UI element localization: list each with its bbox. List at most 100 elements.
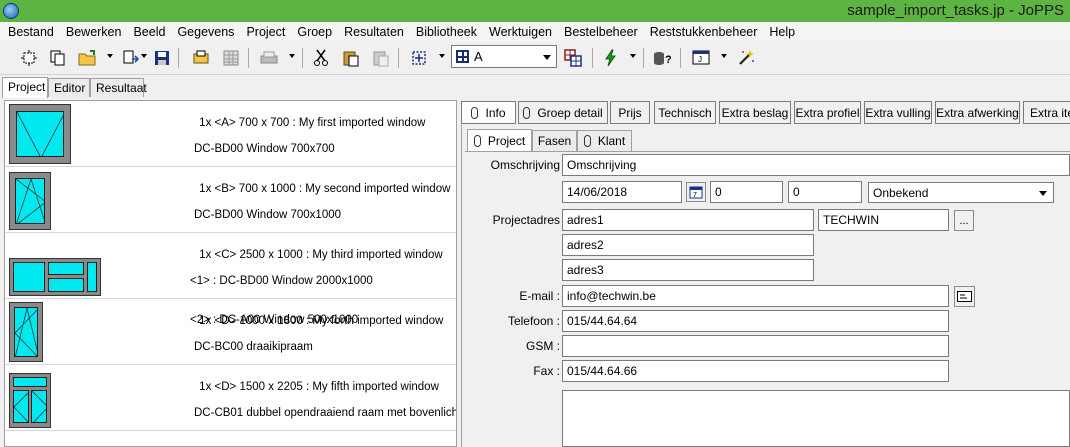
tab-extra-beslag[interactable]: Extra beslag [719, 101, 791, 124]
email-label: E-mail : [519, 289, 560, 303]
menu-bar: Bestand Bewerken Beeld Gegevens Project … [0, 22, 1070, 41]
tab-extra-profiel[interactable]: Extra profiel [794, 101, 861, 124]
menu-bibliotheek[interactable]: Bibliotheek [410, 25, 483, 39]
telefoon-field[interactable]: 015/44.64.64 [562, 310, 949, 332]
table-icon[interactable] [220, 47, 242, 69]
select-frame-icon[interactable] [408, 47, 430, 69]
printer-dropdown-icon[interactable] [289, 54, 295, 58]
menu-bestelbeheer[interactable]: Bestelbeheer [558, 25, 644, 39]
list-item[interactable]: 1x <D> 1500 x 2205 : My fifth imported w… [5, 365, 456, 431]
number-field-1[interactable]: 0 [710, 181, 783, 203]
projectadres-label: Projectadres [492, 213, 560, 227]
paste-icon[interactable] [340, 47, 362, 69]
number-field-2[interactable]: 0 [788, 181, 862, 203]
status-select[interactable]: Onbekend [868, 182, 1054, 203]
list-item[interactable]: 1x <C> 2500 x 1000 : My third imported w… [5, 233, 456, 326]
company-field[interactable]: TECHWIN [818, 209, 949, 231]
grid-icon [456, 50, 469, 63]
gsm-field[interactable] [562, 335, 949, 357]
adres2-field[interactable]: adres2 [562, 234, 814, 256]
menu-help[interactable]: Help [763, 25, 801, 39]
browse-button[interactable]: ... [954, 210, 974, 231]
print-preview-icon[interactable] [190, 47, 212, 69]
lightning-icon[interactable] [600, 47, 622, 69]
date-field[interactable]: 14/06/2018 [562, 181, 682, 203]
title-bar: sample_import_tasks.jp - JoPPS [0, 0, 1070, 22]
screen-icon[interactable]: J [690, 47, 712, 69]
paste-special-icon[interactable] [370, 47, 392, 69]
omschrijving-label: Omschrijving [490, 158, 560, 172]
magic-wand-icon[interactable] [735, 47, 757, 69]
tab-resultaat[interactable]: Resultaat [90, 78, 147, 97]
list-item[interactable]: 1x <A> 700 x 700 : My first imported win… [5, 101, 456, 167]
export-icon[interactable] [120, 47, 142, 69]
new-project-icon[interactable] [18, 47, 40, 69]
fax-field[interactable]: 015/44.64.66 [562, 360, 949, 382]
menu-gegevens[interactable]: Gegevens [171, 25, 240, 39]
chevron-down-icon [1039, 191, 1047, 196]
lightning-dropdown-icon[interactable] [630, 54, 636, 58]
group-view-icon[interactable] [562, 47, 584, 69]
copy-document-icon[interactable] [47, 47, 69, 69]
detail-tabs: Info Groep detail Prijs Technisch Extra … [461, 101, 1070, 125]
window-thumbnail [9, 373, 51, 428]
screen-dropdown-icon[interactable] [721, 54, 727, 58]
fax-label: Fax : [533, 364, 560, 378]
calendar-icon[interactable]: 7 [686, 182, 706, 202]
menu-bestand[interactable]: Bestand [2, 25, 60, 39]
view-select-value: A [474, 49, 483, 64]
omschrijving-field[interactable]: Omschrijving [562, 154, 1070, 176]
svg-text:7: 7 [693, 192, 697, 199]
menu-reststukkenbeheer[interactable]: Reststukkenbeheer [644, 25, 764, 39]
help-db-icon[interactable]: ? [652, 47, 674, 69]
menu-resultaten[interactable]: Resultaten [338, 25, 410, 39]
menu-beeld[interactable]: Beeld [127, 25, 171, 39]
tab-groep-detail[interactable]: Groep detail [518, 101, 608, 124]
email-field[interactable]: info@techwin.be [562, 285, 949, 307]
tab-info[interactable]: Info [461, 101, 516, 124]
paperclip-icon [471, 106, 479, 119]
adres3-field[interactable]: adres3 [562, 259, 814, 281]
open-folder-icon[interactable] [77, 47, 99, 69]
tab-extra-item[interactable]: Extra item [1023, 101, 1070, 124]
export-dropdown-icon[interactable] [141, 54, 147, 58]
tab-klant[interactable]: Klant [577, 130, 632, 151]
paperclip-icon [523, 106, 531, 119]
list-item[interactable]: 1x <D> 1000 x 1800 : My forth imported w… [5, 299, 456, 365]
status-select-value: Onbekend [873, 186, 929, 200]
tab-extra-afwerking[interactable]: Extra afwerking [935, 101, 1020, 124]
tab-prijs[interactable]: Prijs [610, 101, 650, 124]
tab-extra-vulling[interactable]: Extra vulling [864, 101, 932, 124]
project-item-list[interactable]: 1x <A> 700 x 700 : My first imported win… [4, 100, 457, 447]
send-email-icon[interactable] [954, 286, 975, 307]
chevron-down-icon [543, 55, 551, 60]
svg-text:J: J [698, 55, 702, 64]
list-item[interactable]: 1x <B> 700 x 1000 : My second imported w… [5, 167, 456, 233]
telefoon-label: Telefoon : [507, 314, 560, 328]
tab-technisch[interactable]: Technisch [654, 101, 716, 124]
menu-bewerken[interactable]: Bewerken [60, 25, 128, 39]
view-select[interactable]: A [451, 45, 557, 68]
cut-icon[interactable] [310, 47, 332, 69]
window-thumbnail [9, 302, 43, 362]
tab-project-details[interactable]: Project [467, 129, 532, 152]
svg-text:?: ? [665, 54, 672, 66]
app-icon[interactable] [3, 3, 19, 19]
tab-fasen[interactable]: Fasen [532, 130, 577, 151]
open-dropdown-icon[interactable] [107, 54, 113, 58]
tab-project[interactable]: Project [2, 77, 48, 98]
menu-werktuigen[interactable]: Werktuigen [483, 25, 558, 39]
save-icon[interactable] [151, 47, 173, 69]
printer-icon[interactable] [258, 47, 280, 69]
select-dropdown-icon[interactable] [439, 54, 445, 58]
menu-groep[interactable]: Groep [291, 25, 338, 39]
notes-textarea[interactable] [562, 390, 1070, 447]
window-title: sample_import_tasks.jp - JoPPS [847, 2, 1064, 19]
adres1-field[interactable]: adres1 [562, 209, 814, 231]
window-thumbnail [9, 258, 101, 296]
menu-project[interactable]: Project [240, 25, 291, 39]
item-description: 1x <D> 1500 x 2205 : My fifth imported w… [194, 381, 457, 419]
paperclip-icon [473, 135, 481, 147]
tab-editor[interactable]: Editor [48, 78, 90, 97]
window-thumbnail [9, 104, 71, 164]
